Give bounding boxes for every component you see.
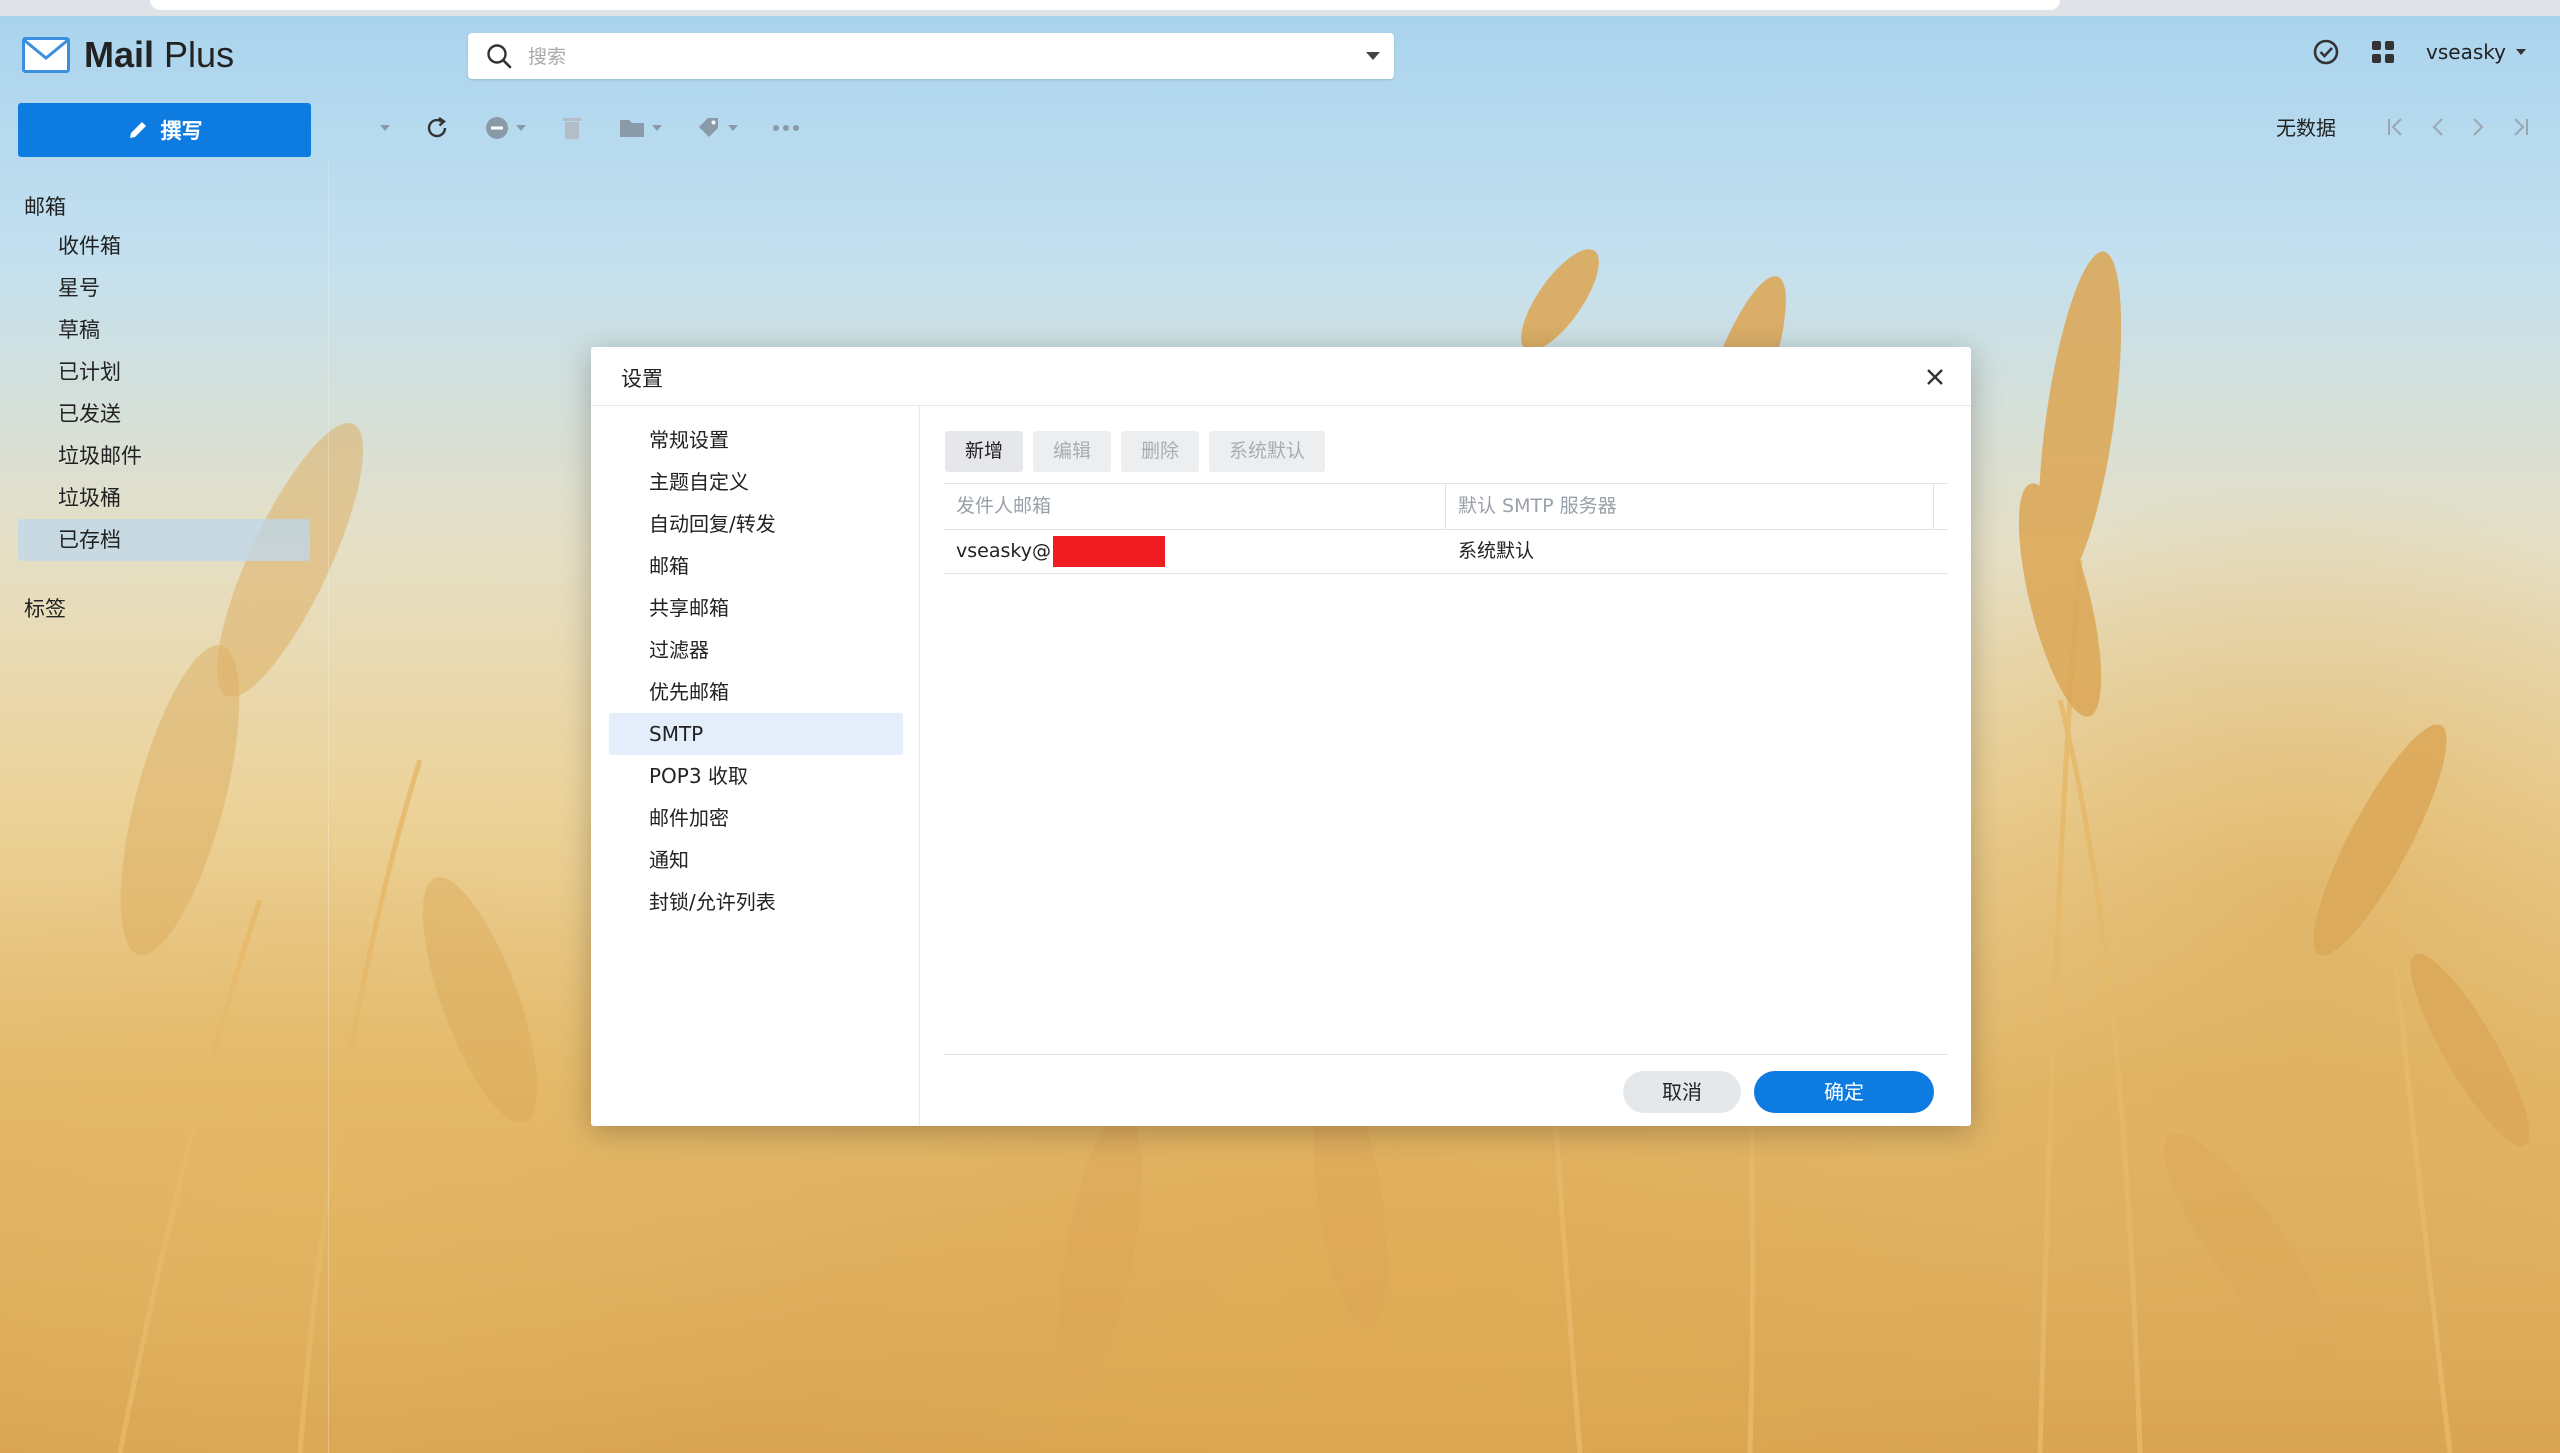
app-logo: Mail Plus [22, 34, 234, 76]
label-tag-dropdown[interactable] [696, 115, 738, 141]
sidebar-mailbox-header[interactable]: 邮箱 [24, 191, 66, 221]
no-data-text: 无数据 [2276, 116, 2336, 140]
sender-email-cell: vseasky@ [956, 530, 1165, 573]
settings-nav-block-allow[interactable]: 封锁/允许列表 [609, 881, 903, 923]
settings-nav-notifications[interactable]: 通知 [609, 839, 903, 881]
dialog-nav-divider [919, 406, 920, 1126]
prev-page-icon[interactable] [2430, 116, 2446, 138]
settings-nav-filters[interactable]: 过滤器 [609, 629, 903, 671]
add-button[interactable]: 新增 [945, 431, 1024, 472]
header-actions: vseasky [2312, 38, 2526, 66]
column-resize-handle[interactable] [1933, 484, 1934, 529]
compose-button[interactable]: 撰写 [18, 103, 311, 157]
folder-icon [620, 120, 644, 137]
sidebar-item-scheduled[interactable]: 已计划 [18, 351, 310, 393]
pencil-icon [129, 122, 146, 138]
settings-nav-priority[interactable]: 优先邮箱 [609, 671, 903, 713]
address-bar-edge[interactable] [150, 0, 2060, 10]
chevron-down-icon [652, 125, 662, 131]
user-menu[interactable]: vseasky [2426, 40, 2526, 64]
settings-nav-pop3[interactable]: POP3 收取 [609, 755, 903, 797]
pagination: 无数据 [2276, 112, 2530, 141]
table-header: 发件人邮箱 默认 SMTP 服务器 [944, 483, 1948, 530]
app-name: Mail Plus [84, 34, 235, 75]
mail-envelope-icon [22, 37, 70, 73]
dialog-title: 设置 [621, 367, 663, 391]
cancel-button[interactable]: 取消 [1623, 1071, 1741, 1113]
settings-nav-shared-mailbox[interactable]: 共享邮箱 [609, 587, 903, 629]
settings-nav-encryption[interactable]: 邮件加密 [609, 797, 903, 839]
sidebar-item-archive[interactable]: 已存档 [18, 519, 310, 561]
compose-label: 撰写 [160, 119, 203, 143]
browser-chrome-strip [0, 0, 2560, 16]
chevron-down-icon [728, 125, 738, 131]
smtp-server-cell: 系统默认 [1458, 540, 1535, 562]
system-default-button[interactable]: 系统默认 [1209, 431, 1326, 472]
sidebar-item-inbox[interactable]: 收件箱 [18, 225, 310, 267]
column-header-sender[interactable]: 发件人邮箱 [956, 484, 1051, 529]
sidebar-item-spam[interactable]: 垃圾邮件 [18, 435, 310, 477]
settings-dialog: 设置 常规设置 主题自定义 自动回复/转发 邮箱 共享邮箱 过滤器 优先邮箱 S… [591, 347, 1971, 1126]
refresh-icon[interactable] [424, 115, 450, 141]
search-box[interactable] [468, 33, 1394, 79]
sender-email-text: vseasky@ [956, 540, 1051, 562]
sidebar-divider [328, 160, 329, 1453]
close-icon[interactable] [1919, 361, 1951, 393]
select-dropdown[interactable] [380, 125, 390, 131]
next-page-icon[interactable] [2470, 116, 2486, 138]
task-check-icon[interactable] [2312, 38, 2340, 66]
settings-nav-theme[interactable]: 主题自定义 [609, 461, 903, 503]
trash-icon[interactable] [560, 115, 584, 141]
settings-nav-general[interactable]: 常规设置 [609, 419, 903, 461]
table-row[interactable]: vseasky@ 系统默认 [944, 530, 1948, 574]
settings-nav-auto-reply[interactable]: 自动回复/转发 [609, 503, 903, 545]
sidebar-item-drafts[interactable]: 草稿 [18, 309, 310, 351]
more-icon[interactable] [772, 123, 800, 133]
apps-grid-icon[interactable] [2370, 39, 2396, 65]
search-input[interactable] [526, 39, 1310, 75]
settings-nav-mailbox[interactable]: 邮箱 [609, 545, 903, 587]
smtp-table: 发件人邮箱 默认 SMTP 服务器 vseasky@ 系统默认 [944, 483, 1948, 574]
chevron-down-icon [516, 125, 526, 131]
chevron-down-icon [2516, 49, 2526, 55]
sidebar-item-trash[interactable]: 垃圾桶 [18, 477, 310, 519]
smtp-toolbar: 新增 编辑 删除 系统默认 [945, 431, 1326, 472]
edit-button[interactable]: 编辑 [1033, 431, 1112, 472]
minus-circle-icon [486, 117, 508, 139]
search-icon [487, 44, 512, 69]
mark-status-dropdown[interactable] [484, 115, 526, 141]
mail-toolbar [380, 110, 800, 146]
sidebar-item-starred[interactable]: 星号 [18, 267, 310, 309]
username: vseasky [2426, 40, 2506, 64]
sidebar-item-sent[interactable]: 已发送 [18, 393, 310, 435]
column-resize-handle[interactable] [1445, 484, 1446, 529]
settings-nav-smtp[interactable]: SMTP [609, 713, 903, 755]
first-page-icon[interactable] [2386, 116, 2406, 138]
search-options-dropdown[interactable] [1366, 52, 1380, 60]
chevron-down-icon [380, 125, 390, 131]
dialog-footer-divider [944, 1054, 1948, 1055]
ok-button[interactable]: 确定 [1754, 1071, 1934, 1113]
move-folder-dropdown[interactable] [618, 116, 662, 140]
tag-icon [699, 118, 718, 137]
redaction-bar [1052, 536, 1165, 567]
column-header-smtp-server[interactable]: 默认 SMTP 服务器 [1458, 484, 1617, 529]
delete-button[interactable]: 删除 [1121, 431, 1200, 472]
last-page-icon[interactable] [2510, 116, 2530, 138]
sidebar-labels-header[interactable]: 标签 [24, 593, 66, 623]
dialog-header-divider [591, 405, 1971, 406]
